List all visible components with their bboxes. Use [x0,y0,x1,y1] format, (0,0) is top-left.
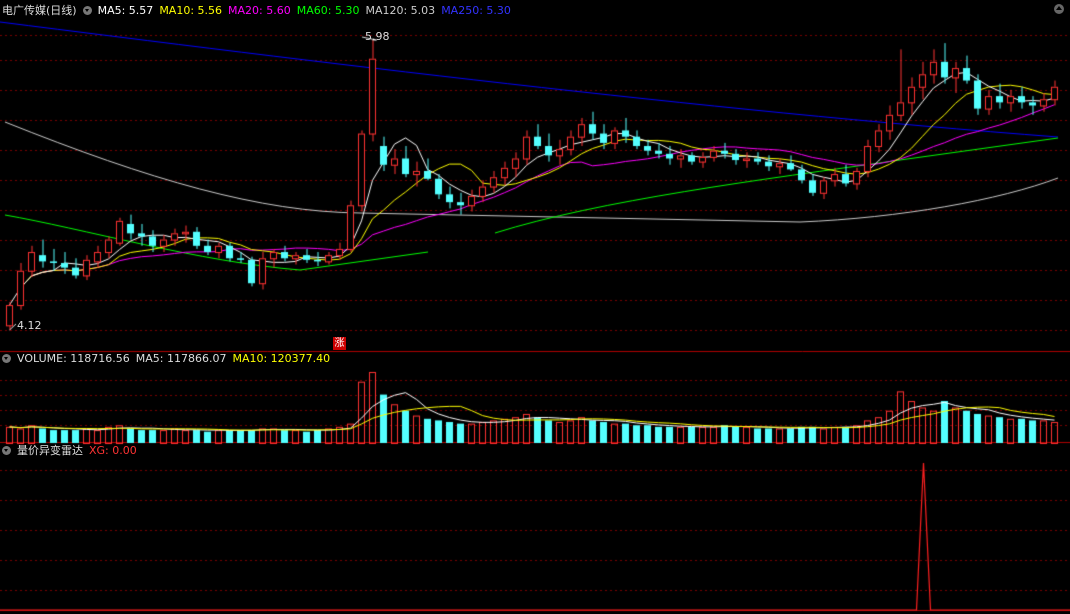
price-panel-header: 电广传媒(日线) MA5: 5.57 MA10: 5.56 MA20: 5.60 MA6… [2,3,517,19]
ma250-value: MA250: 5.30 [441,4,511,17]
limit-up-marker: 涨 [333,337,346,350]
ma120-value: MA120: 5.03 [365,4,436,17]
ma10-value: MA10: 5.56 [159,4,223,17]
volume-panel-header: VOLUME: 118716.56 MA5: 117866.07 MA10: 120… [2,351,336,367]
stock-title: 电广传媒(日线) [2,4,77,17]
kline-chart-canvas[interactable] [0,0,1070,614]
indicator-panel-header: 量价异变雷达 XG: 0.00 [2,443,143,459]
ma5-value: MA5: 5.57 [97,4,154,17]
volume-ma5: MA5: 117866.07 [135,352,227,365]
high-price-label: 5.98 [365,30,390,43]
low-price-label: 4.12 [17,319,42,332]
xg-value: XG: 0.00 [89,444,137,457]
ma20-value: MA20: 5.60 [228,4,291,17]
dropdown-icon[interactable] [82,6,92,15]
dropdown-icon[interactable] [2,354,11,363]
indicator-name: 量价异变雷达 [17,444,83,457]
ma60-value: MA60: 5.30 [296,4,360,17]
dropdown-icon[interactable] [2,446,11,455]
volume-value: VOLUME: 118716.56 [17,352,130,365]
volume-ma10: MA10: 120377.40 [232,352,331,365]
collapse-up-icon[interactable] [1054,4,1064,14]
